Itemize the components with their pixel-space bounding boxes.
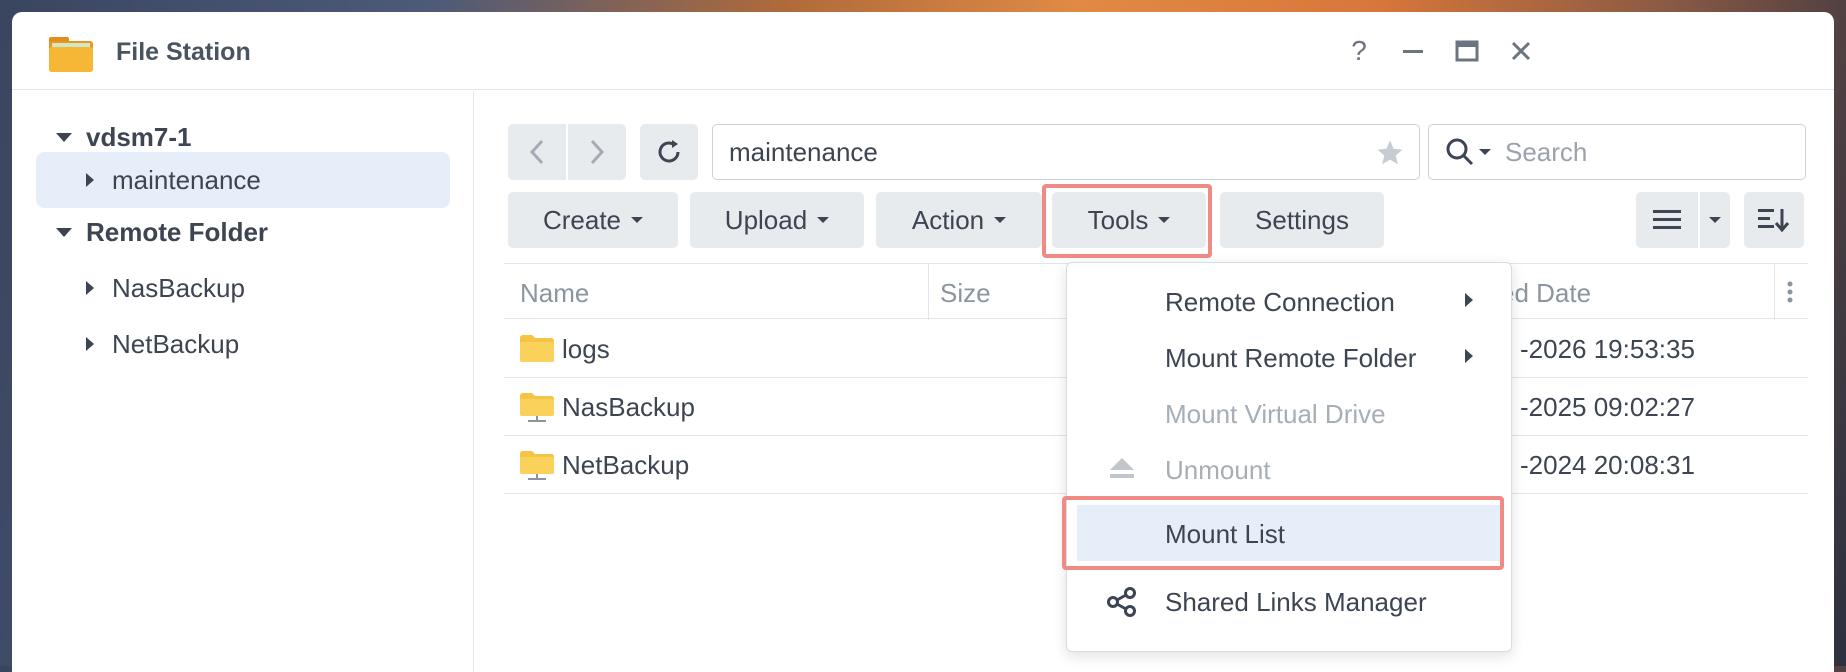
column-header-size[interactable]: Size xyxy=(940,278,991,309)
search-icon[interactable] xyxy=(1445,137,1475,167)
sidebar-item-nasbackup[interactable]: NasBackup xyxy=(86,260,245,316)
file-name: NetBackup xyxy=(562,450,690,480)
share-icon xyxy=(1107,587,1136,617)
maximize-button[interactable] xyxy=(1452,36,1482,66)
submenu-arrow-icon xyxy=(1465,293,1473,307)
expand-icon[interactable] xyxy=(56,132,72,142)
sidebar-item-maintenance[interactable]: maintenance xyxy=(36,152,450,208)
eject-icon xyxy=(1110,458,1134,478)
column-divider[interactable] xyxy=(1774,264,1775,320)
settings-label: Settings xyxy=(1255,204,1349,235)
tools-menu: Remote Connection Mount Remote Folder Mo… xyxy=(1066,262,1512,652)
sidebar: vdsm7-1 maintenance Remote Folder NasBac… xyxy=(12,91,474,672)
tools-highlight-box xyxy=(1042,184,1212,258)
folder-icon xyxy=(520,335,554,362)
file-name: logs xyxy=(562,334,610,364)
sidebar-item-label: NasBackup xyxy=(112,272,245,303)
minimize-button[interactable] xyxy=(1398,36,1428,66)
file-station-window: File Station ? vdsm7-1 maintenance Remot… xyxy=(12,12,1834,672)
path-field[interactable]: maintenance xyxy=(712,124,1420,180)
action-label: Action xyxy=(911,204,985,235)
sort-icon xyxy=(1758,209,1790,233)
menu-item-mount-remote-folder[interactable]: Mount Remote Folder xyxy=(1067,329,1513,385)
sidebar-item-label: maintenance xyxy=(112,164,261,195)
chevron-left-icon xyxy=(529,139,544,165)
menu-item-unmount: Unmount xyxy=(1067,441,1513,497)
path-value: maintenance xyxy=(729,136,878,167)
expand-icon[interactable] xyxy=(56,227,72,237)
list-view-icon xyxy=(1653,210,1681,229)
sidebar-item-label: Remote Folder xyxy=(86,216,269,247)
sidebar-item-remote-folder[interactable]: Remote Folder xyxy=(56,204,268,260)
close-button[interactable] xyxy=(1506,36,1536,66)
back-button[interactable] xyxy=(508,124,566,180)
chevron-right-icon xyxy=(590,139,605,165)
refresh-button[interactable] xyxy=(640,124,698,180)
modified-date: -2024 20:08:31 xyxy=(1520,450,1695,480)
settings-button[interactable]: Settings xyxy=(1220,192,1384,248)
sidebar-item-label: NetBackup xyxy=(112,328,240,359)
menu-item-remote-connection[interactable]: Remote Connection xyxy=(1067,273,1513,329)
expand-icon[interactable] xyxy=(86,281,94,295)
search-placeholder: Search xyxy=(1505,136,1588,167)
file-station-app-icon xyxy=(49,37,93,72)
search-options-caret-icon[interactable] xyxy=(1479,149,1491,155)
minimize-icon xyxy=(1403,50,1423,53)
modified-date: -2026 19:53:35 xyxy=(1520,334,1695,364)
view-mode-dropdown[interactable] xyxy=(1700,192,1730,248)
column-header-name[interactable]: Name xyxy=(520,278,589,309)
upload-button[interactable]: Upload xyxy=(690,192,864,248)
server-label: vdsm7-1 xyxy=(86,121,192,152)
create-button[interactable]: Create xyxy=(508,192,678,248)
mount-list-highlight-box xyxy=(1062,496,1504,570)
refresh-icon xyxy=(658,140,680,163)
upload-label: Upload xyxy=(724,204,808,235)
menu-item-mount-virtual-drive: Mount Virtual Drive xyxy=(1165,399,1386,429)
search-field[interactable]: Search xyxy=(1428,124,1806,180)
window-title: File Station xyxy=(116,38,251,66)
maximize-icon xyxy=(1455,40,1479,62)
expand-icon[interactable] xyxy=(86,173,94,187)
chevron-down-icon xyxy=(994,217,1007,223)
file-name: NasBackup xyxy=(562,392,695,422)
chevron-down-icon xyxy=(631,217,644,223)
action-button[interactable]: Action xyxy=(876,192,1042,248)
submenu-arrow-icon xyxy=(1465,349,1473,363)
view-mode-button[interactable] xyxy=(1636,192,1698,248)
remote-folder-icon xyxy=(520,451,554,480)
forward-button[interactable] xyxy=(568,124,626,180)
column-divider[interactable] xyxy=(928,264,929,320)
sidebar-item-netbackup[interactable]: NetBackup xyxy=(86,316,239,372)
modified-date: -2025 09:02:27 xyxy=(1520,392,1695,422)
column-options-icon[interactable] xyxy=(1786,280,1794,304)
help-icon: ? xyxy=(1351,35,1367,66)
expand-icon[interactable] xyxy=(86,337,94,351)
star-icon[interactable] xyxy=(1375,138,1405,168)
sort-button[interactable] xyxy=(1744,192,1804,248)
help-button[interactable]: ? xyxy=(1344,35,1374,66)
column-header-modified-date[interactable]: ed Date xyxy=(1500,278,1591,309)
create-label: Create xyxy=(542,204,622,235)
chevron-down-icon xyxy=(1709,217,1721,223)
title-bar: File Station ? xyxy=(12,12,1834,90)
remote-folder-icon xyxy=(520,393,554,422)
menu-item-shared-links-manager[interactable]: Shared Links Manager xyxy=(1067,573,1513,629)
close-icon xyxy=(1511,41,1531,61)
chevron-down-icon xyxy=(817,217,830,223)
